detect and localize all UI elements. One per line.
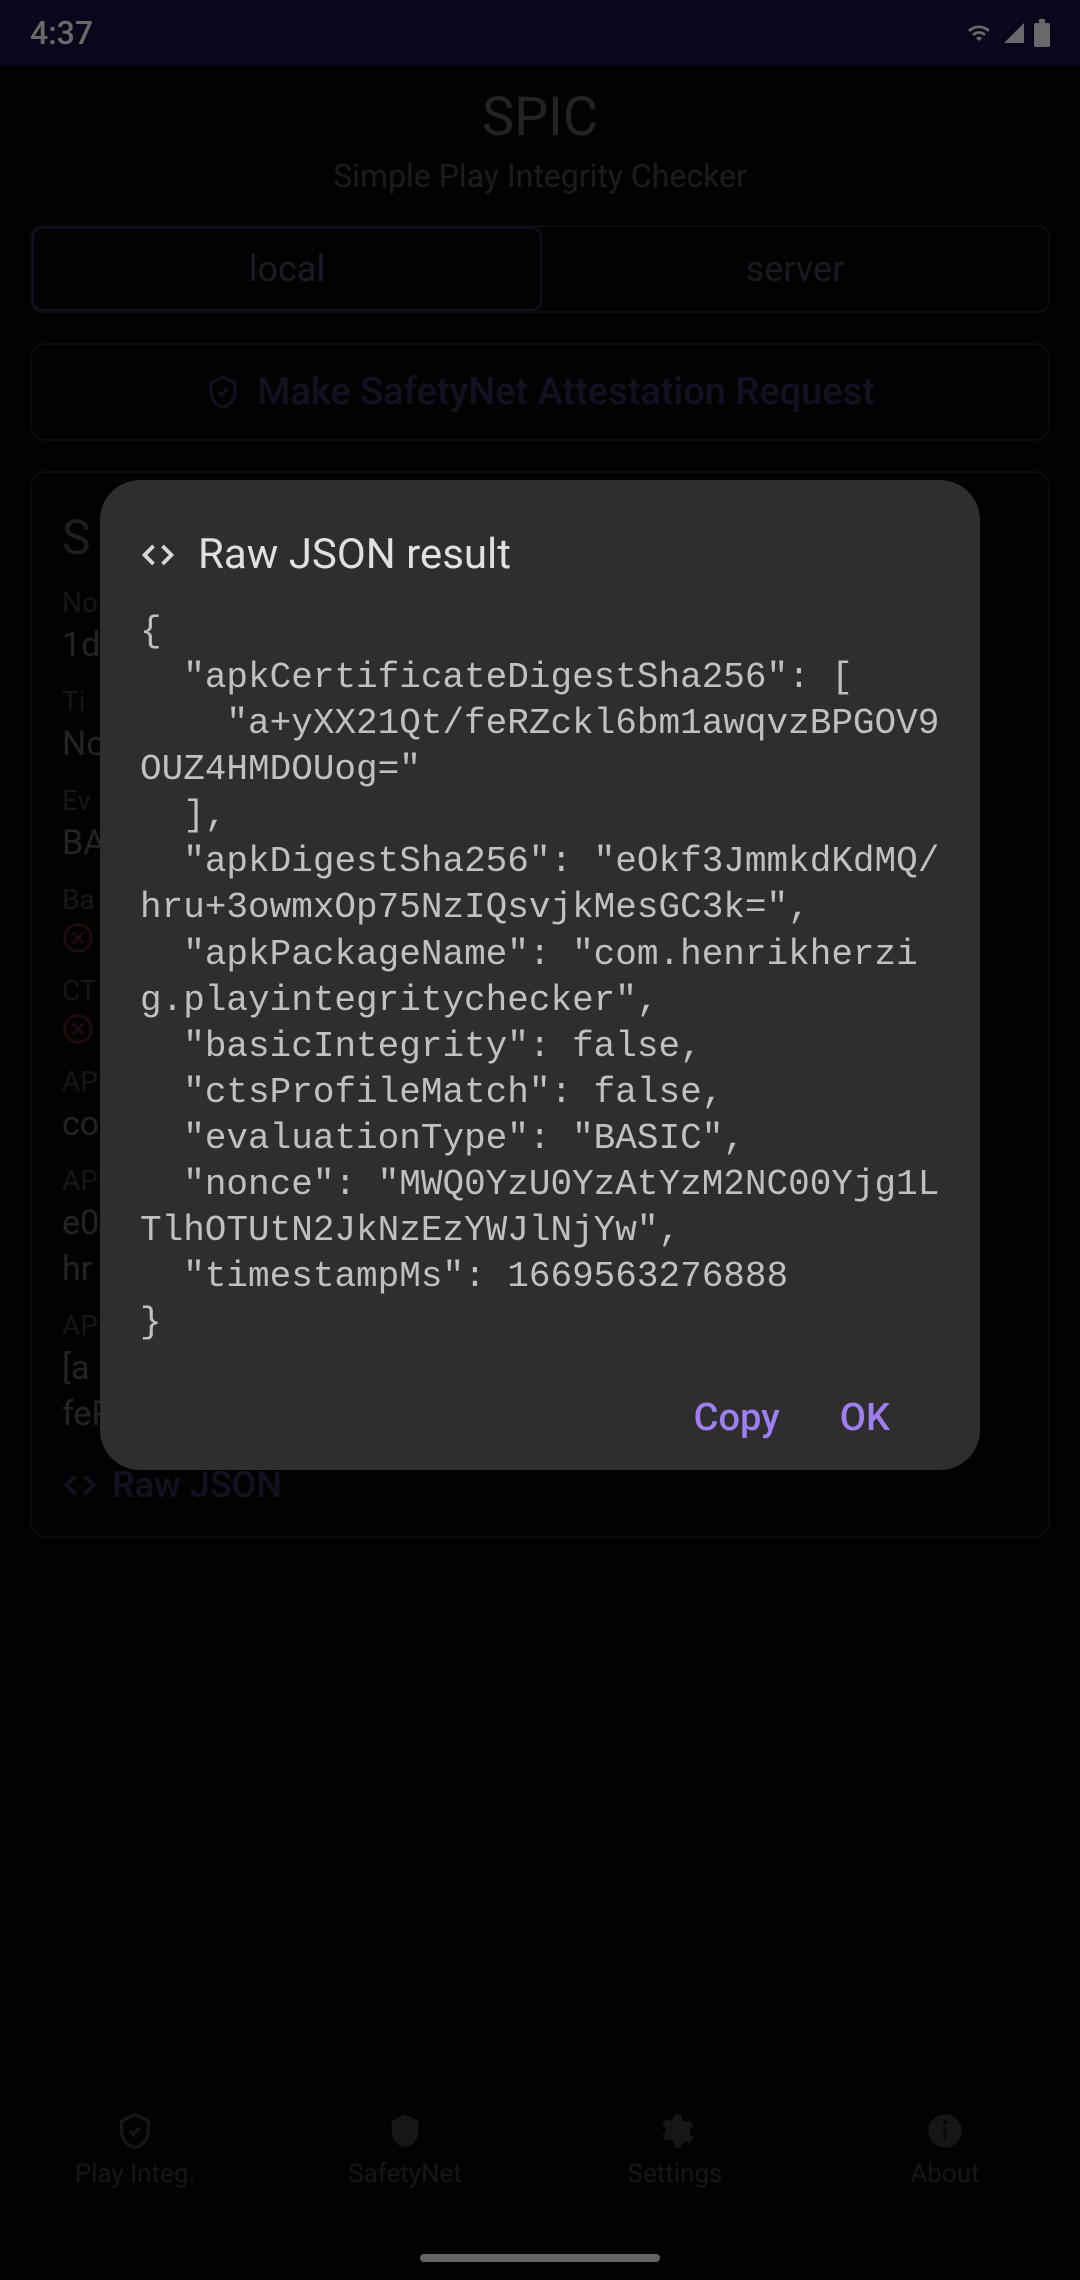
dialog-title: Raw JSON result bbox=[198, 530, 511, 579]
copy-button[interactable]: Copy bbox=[694, 1396, 780, 1440]
ok-button[interactable]: OK bbox=[840, 1396, 890, 1440]
dialog-json-content: { "apkCertificateDigestSha256": [ "a+yXX… bbox=[140, 609, 940, 1346]
raw-json-dialog: Raw JSON result { "apkCertificateDigestS… bbox=[100, 480, 980, 1470]
code-icon bbox=[140, 537, 176, 573]
dialog-header: Raw JSON result bbox=[140, 530, 940, 579]
dialog-actions: Copy OK bbox=[140, 1396, 940, 1440]
